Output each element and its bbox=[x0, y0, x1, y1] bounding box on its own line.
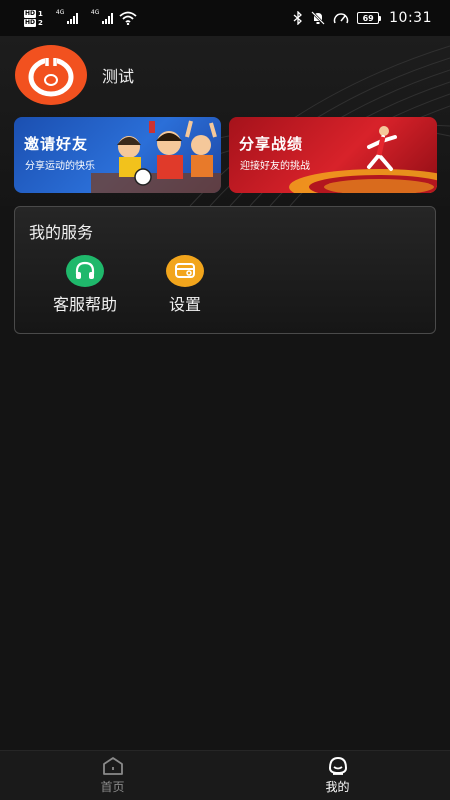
home-icon bbox=[102, 757, 123, 775]
settings-card-icon[interactable] bbox=[166, 255, 204, 287]
share-banner-title: 分享战绩 bbox=[239, 135, 304, 153]
services-title: 我的服务 bbox=[29, 223, 94, 242]
profile-face-icon bbox=[328, 756, 347, 775]
status-right: 69 10:31 bbox=[293, 10, 432, 26]
battery-icon: 69 bbox=[357, 12, 382, 24]
speed-gauge-icon bbox=[333, 13, 349, 24]
username: 测试 bbox=[102, 67, 135, 86]
invite-banner-subtitle: 分享运动的快乐 bbox=[25, 161, 95, 172]
network2-label: 4G bbox=[90, 9, 100, 16]
settings-button[interactable]: 设置 bbox=[155, 255, 215, 315]
profile-header[interactable]: 测试 bbox=[14, 44, 134, 106]
invite-banner-title: 邀请好友 bbox=[24, 135, 89, 153]
sim1-label: HD bbox=[24, 9, 37, 18]
sim-indicators: HD 1 HD 2 bbox=[24, 9, 43, 27]
network1-label: 4G bbox=[55, 9, 65, 16]
sim1-index: 1 bbox=[38, 9, 43, 18]
customer-help-button[interactable]: 客服帮助 bbox=[45, 255, 125, 315]
status-left: HD 1 HD 2 4G 4G bbox=[24, 9, 137, 27]
my-services-card: 我的服务 客服帮助 设置 bbox=[14, 206, 436, 334]
invite-friends-banner[interactable]: 邀请好友 分享运动的快乐 bbox=[14, 117, 221, 193]
bottom-nav: 首页 我的 bbox=[0, 750, 450, 800]
nav-item-home[interactable]: 首页 bbox=[0, 751, 225, 800]
share-record-banner[interactable]: 分享战绩 迎接好友的挑战 bbox=[229, 117, 437, 193]
nav-item-mine[interactable]: 我的 bbox=[225, 751, 450, 800]
settings-label: 设置 bbox=[168, 295, 201, 314]
sim1-badge: HD 1 bbox=[24, 9, 43, 18]
mute-bell-icon bbox=[311, 11, 326, 25]
headset-icon[interactable] bbox=[66, 255, 104, 287]
runner-track-illustration bbox=[289, 126, 437, 193]
nav-mine-label: 我的 bbox=[325, 780, 350, 794]
status-bar: HD 1 HD 2 4G 4G 69 10:31 bbox=[0, 0, 450, 36]
signal1-icon: 4G bbox=[55, 9, 78, 24]
wifi-icon bbox=[119, 11, 137, 25]
nav-home-label: 首页 bbox=[100, 780, 125, 794]
signal2-icon: 4G bbox=[90, 9, 113, 24]
app-logo-icon[interactable] bbox=[14, 44, 88, 106]
share-banner-subtitle: 迎接好友的挑战 bbox=[240, 161, 310, 172]
sim2-index: 2 bbox=[38, 18, 43, 27]
sim2-label: HD bbox=[24, 18, 37, 27]
battery-level: 69 bbox=[357, 12, 380, 24]
clock: 10:31 bbox=[389, 10, 432, 26]
fans-cheering-illustration bbox=[91, 120, 221, 193]
sim2-badge: HD 2 bbox=[24, 18, 43, 27]
bluetooth-icon bbox=[293, 11, 303, 25]
customer-help-label: 客服帮助 bbox=[52, 295, 117, 314]
